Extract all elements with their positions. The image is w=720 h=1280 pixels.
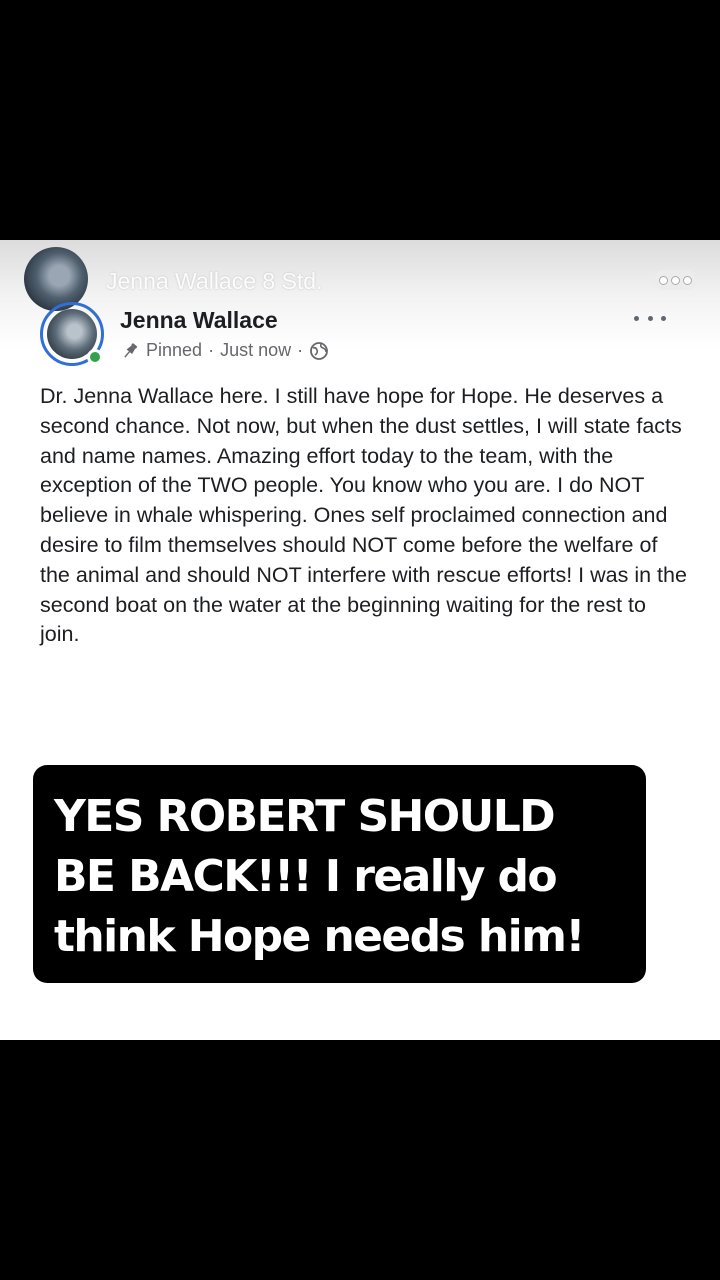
post-meta-row: Pinned · Just now · bbox=[120, 340, 329, 361]
pin-icon bbox=[120, 341, 140, 361]
faded-more-options-icon bbox=[654, 270, 696, 290]
online-status-dot bbox=[87, 349, 103, 365]
post-author-name[interactable]: Jenna Wallace bbox=[120, 307, 278, 334]
faded-author-name: Jenna Wallace 8 Std. bbox=[106, 268, 323, 294]
pinned-label: Pinned bbox=[146, 340, 203, 360]
more-options-icon[interactable] bbox=[634, 306, 666, 330]
meta-separator: · bbox=[297, 340, 304, 360]
caption-overlay: YES ROBERT SHOULD BE BACK!!! I really do… bbox=[33, 765, 646, 983]
post-body-text: Dr. Jenna Wallace here. I still have hop… bbox=[40, 384, 687, 647]
author-avatar[interactable] bbox=[40, 302, 104, 366]
post-screenshot-card: Jenna Wallace 8 Std. Jenna Wallace Pinne… bbox=[0, 240, 720, 1040]
faded-duplicate-header: Jenna Wallace 8 Std. bbox=[0, 240, 720, 320]
globe-icon[interactable] bbox=[309, 341, 329, 361]
faded-avatar bbox=[24, 247, 88, 311]
post-timestamp[interactable]: Just now bbox=[220, 340, 291, 361]
caption-text: YES ROBERT SHOULD BE BACK!!! I really do… bbox=[54, 791, 585, 962]
meta-separator: · bbox=[208, 340, 215, 360]
